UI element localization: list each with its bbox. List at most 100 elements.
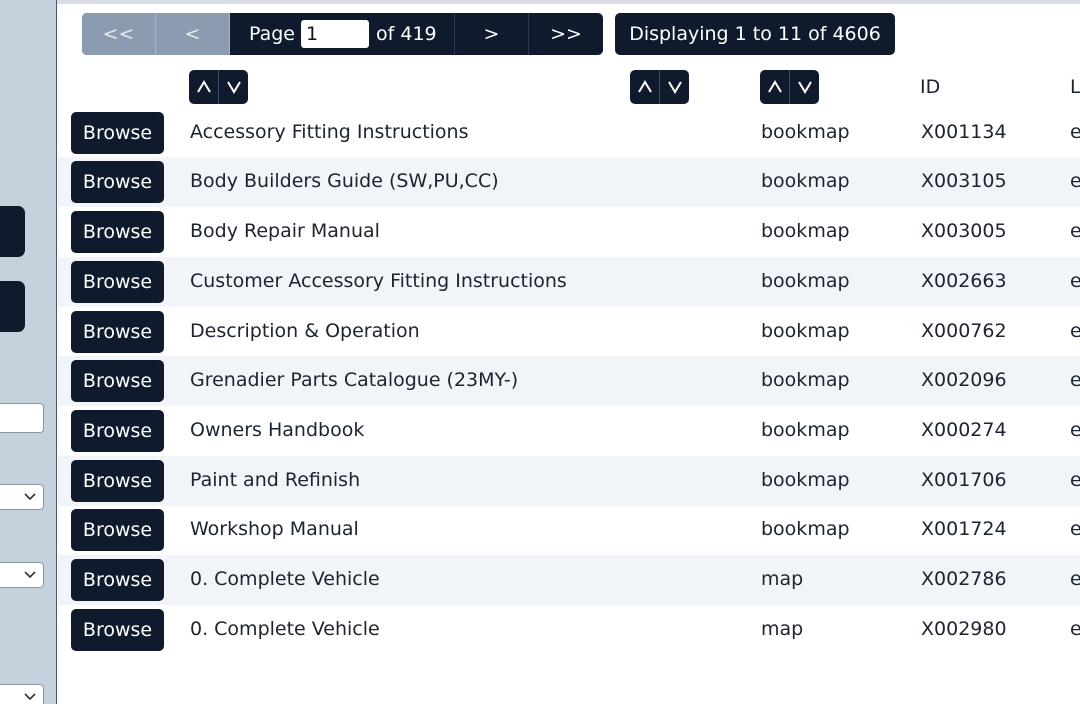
sort-asc-button[interactable] xyxy=(760,70,790,104)
results-count-badge: Displaying 1 to 11 of 4606 xyxy=(615,13,895,55)
column2-sort-controls xyxy=(630,70,689,104)
row-type: map xyxy=(761,618,804,640)
sort-desc-button[interactable] xyxy=(219,70,248,104)
row-lang: e xyxy=(1070,320,1080,342)
row-title: Owners Handbook xyxy=(190,419,365,441)
browse-button[interactable]: Browse xyxy=(71,360,164,402)
row-lang: e xyxy=(1070,568,1080,590)
row-id: X002663 xyxy=(921,270,1007,292)
chevron-down-icon xyxy=(24,693,36,701)
row-lang: e xyxy=(1070,618,1080,640)
page-number-input[interactable] xyxy=(301,20,369,48)
first-page-button[interactable]: << xyxy=(82,13,156,55)
browse-button[interactable]: Browse xyxy=(71,311,164,353)
sort-desc-button[interactable] xyxy=(790,70,819,104)
row-type: bookmap xyxy=(761,121,850,143)
row-type: bookmap xyxy=(761,369,850,391)
browse-button[interactable]: Browse xyxy=(71,559,164,601)
type-sort-controls xyxy=(760,70,819,104)
row-lang: e xyxy=(1070,469,1080,491)
browse-button[interactable]: Browse xyxy=(71,509,164,551)
sidebar-select-1[interactable] xyxy=(0,484,44,510)
browse-button[interactable]: Browse xyxy=(71,609,164,651)
row-title: 0. Complete Vehicle xyxy=(190,618,380,640)
row-title: Accessory Fitting Instructions xyxy=(190,121,469,143)
chevron-up-icon xyxy=(196,80,211,93)
page-indicator: Page of 419 xyxy=(230,13,455,55)
table-row: Browse Grenadier Parts Catalogue (23MY-)… xyxy=(58,356,1080,406)
row-id: X000274 xyxy=(921,419,1007,441)
row-type: bookmap xyxy=(761,469,850,491)
browse-button[interactable]: Browse xyxy=(71,460,164,502)
sort-asc-button[interactable] xyxy=(630,70,660,104)
sidebar-select-2[interactable] xyxy=(0,562,44,588)
column-header-id: ID xyxy=(920,76,941,98)
table-row: Browse Accessory Fitting Instructions bo… xyxy=(58,108,1080,158)
browse-button[interactable]: Browse xyxy=(71,211,164,253)
chevron-down-icon xyxy=(24,571,36,579)
row-lang: e xyxy=(1070,121,1080,143)
row-id: X002786 xyxy=(921,568,1007,590)
row-type: map xyxy=(761,568,804,590)
row-title: Body Builders Guide (SW,PU,CC) xyxy=(190,170,499,192)
browse-button[interactable]: Browse xyxy=(71,261,164,303)
row-id: X003105 xyxy=(921,170,1007,192)
last-page-button[interactable]: >> xyxy=(529,13,603,55)
table-row: Browse Owners Handbook bookmap X000274 e xyxy=(58,406,1080,456)
sidebar-text-input[interactable] xyxy=(0,403,44,433)
row-id: X002096 xyxy=(921,369,1007,391)
browse-button[interactable]: Browse xyxy=(71,410,164,452)
table-row: Browse Body Builders Guide (SW,PU,CC) bo… xyxy=(58,157,1080,207)
row-title: Workshop Manual xyxy=(190,518,359,540)
sort-desc-button[interactable] xyxy=(660,70,689,104)
row-lang: e xyxy=(1070,518,1080,540)
page-label: Page xyxy=(249,23,295,45)
row-id: X001134 xyxy=(921,121,1007,143)
table-row: Browse Description & Operation bookmap X… xyxy=(58,307,1080,357)
table-row: Browse Paint and Refinish bookmap X00170… xyxy=(58,456,1080,506)
row-id: X002980 xyxy=(921,618,1007,640)
column-header-lang: L xyxy=(1070,76,1080,98)
table-row: Browse Body Repair Manual bookmap X00300… xyxy=(58,207,1080,257)
row-lang: e xyxy=(1070,170,1080,192)
sidebar-button-1[interactable] xyxy=(0,206,25,257)
row-title: Body Repair Manual xyxy=(190,220,380,242)
row-title: 0. Complete Vehicle xyxy=(190,568,380,590)
row-lang: e xyxy=(1070,369,1080,391)
prev-page-button[interactable]: < xyxy=(156,13,230,55)
browse-button[interactable]: Browse xyxy=(71,112,164,154)
table-row: Browse 0. Complete Vehicle map X002980 e xyxy=(58,605,1080,655)
table-row: Browse Customer Accessory Fitting Instru… xyxy=(58,257,1080,307)
chevron-down-icon xyxy=(226,81,241,94)
row-title: Grenadier Parts Catalogue (23MY-) xyxy=(190,369,519,391)
row-type: bookmap xyxy=(761,518,850,540)
pagination-bar: << < Page of 419 > >> xyxy=(82,13,603,55)
table-row: Browse Workshop Manual bookmap X001724 e xyxy=(58,505,1080,555)
row-type: bookmap xyxy=(761,170,850,192)
chevron-down-icon xyxy=(667,81,682,94)
app-root: << < Page of 419 > >> Displaying 1 to 11… xyxy=(0,0,1080,704)
row-title: Description & Operation xyxy=(190,320,420,342)
top-divider xyxy=(57,0,1080,4)
chevron-up-icon xyxy=(767,80,782,93)
page-total: of 419 xyxy=(376,23,437,45)
row-title: Customer Accessory Fitting Instructions xyxy=(190,270,567,292)
sort-asc-button[interactable] xyxy=(189,70,219,104)
row-type: bookmap xyxy=(761,419,850,441)
row-id: X000762 xyxy=(921,320,1007,342)
row-type: bookmap xyxy=(761,220,850,242)
row-lang: e xyxy=(1070,270,1080,292)
row-id: X001706 xyxy=(921,469,1007,491)
row-id: X003005 xyxy=(921,220,1007,242)
next-page-button[interactable]: > xyxy=(455,13,529,55)
chevron-down-icon xyxy=(24,493,36,501)
row-lang: e xyxy=(1070,220,1080,242)
chevron-up-icon xyxy=(637,80,652,93)
row-title: Paint and Refinish xyxy=(190,469,361,491)
browse-button[interactable]: Browse xyxy=(71,161,164,203)
title-sort-controls xyxy=(189,70,248,104)
sidebar-button-2[interactable] xyxy=(0,281,25,332)
row-type: bookmap xyxy=(761,270,850,292)
row-type: bookmap xyxy=(761,320,850,342)
sidebar-select-3[interactable] xyxy=(0,684,44,704)
